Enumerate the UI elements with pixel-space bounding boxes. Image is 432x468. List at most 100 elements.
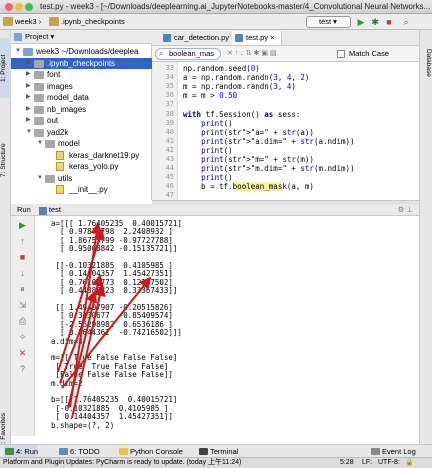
tree-file[interactable]: keras_darknet19.py	[11, 150, 152, 161]
find-input[interactable]: ⌕ boolean_mas	[155, 48, 221, 60]
collapsed-arrow-icon[interactable]: ▶	[26, 69, 31, 80]
tree-folder[interactable]: ▼ utils	[11, 173, 152, 184]
collapsed-arrow-icon[interactable]: ▶	[26, 92, 31, 103]
stop-button[interactable]: ■	[383, 16, 395, 28]
find-nav-icons[interactable]: ✕ ↑ ↓ ⇅ ✱ ▣ ▤	[227, 49, 277, 57]
search-icon: ⌕	[159, 49, 164, 58]
tree-item-label: model	[58, 139, 80, 148]
expanded-arrow-icon[interactable]: ▼	[37, 138, 43, 149]
editor-tab-bar: car_detection.py × test.py ×	[152, 30, 419, 46]
tab-python-console-label: Python Console	[130, 447, 183, 456]
code-line: b = tf.boolean_mask(a, m)	[183, 182, 314, 192]
tree-item-label: keras_yolo.py	[69, 162, 119, 171]
tree-folder[interactable]: ▶ model_data	[11, 92, 152, 103]
tab-car-detection[interactable]: car_detection.py ×	[160, 31, 243, 45]
collapsed-arrow-icon[interactable]: ▶	[26, 81, 31, 92]
left-tool-strip: 1: Project 7: Structure 2: Favorites	[0, 30, 11, 458]
panel-settings-icon[interactable]: ⚙ ⊥	[398, 204, 413, 216]
expanded-arrow-icon[interactable]: ▼	[37, 173, 43, 184]
python-file-icon	[56, 150, 64, 160]
tree-folder[interactable]: ▼ week3 ~/Downloads/deeplea	[11, 46, 152, 57]
rerun-icon[interactable]: ▶	[17, 220, 28, 231]
scroll-end-icon[interactable]: ⇲	[17, 300, 28, 311]
console-line: [ 0.95008842 -0.15135721]]	[51, 244, 178, 254]
tree-folder[interactable]: ▶ .ipynb_checkpoints	[11, 57, 152, 69]
lock-icon[interactable]: 🔒	[405, 458, 414, 468]
match-case-checkbox[interactable]	[337, 50, 345, 58]
tree-folder[interactable]: ▼ model	[11, 138, 152, 149]
expanded-arrow-icon[interactable]: ▼	[26, 127, 32, 138]
close-icon[interactable]: ✕	[17, 348, 28, 359]
code-line: a = np.random.randn(3, 4, 2)	[183, 73, 310, 83]
tree-item-label: out	[47, 116, 59, 125]
close-window-button[interactable]	[5, 3, 13, 11]
collapsed-arrow-icon[interactable]: ▶	[26, 104, 31, 115]
line-separator[interactable]: LF:	[362, 458, 372, 468]
python-file-icon	[235, 34, 243, 42]
tree-folder[interactable]: ▶ images	[11, 81, 152, 92]
tree-folder[interactable]: ▶ out	[11, 115, 152, 126]
caret-position[interactable]: 5:28	[340, 458, 354, 468]
tree-folder[interactable]: ▼ yad2k	[11, 127, 152, 138]
collapsed-arrow-icon[interactable]: ▶	[26, 115, 31, 126]
tab-project[interactable]: 1: Project	[0, 38, 11, 98]
pin-icon[interactable]: ✧	[17, 332, 28, 343]
tree-file[interactable]: keras_yolo.py	[11, 161, 152, 172]
down-icon[interactable]: ↓	[17, 268, 28, 279]
tab-database[interactable]: Database	[421, 38, 432, 88]
tab-todo-label: 6: TODO	[70, 447, 100, 456]
run-config-select[interactable]: test ▾	[306, 16, 351, 28]
tree-folder[interactable]: ▶ nb_images	[11, 104, 152, 115]
run-config-tab[interactable]: test	[38, 205, 61, 215]
search-everywhere-icon[interactable]: ⌕	[400, 16, 412, 28]
python-file-icon	[56, 162, 64, 171]
stop-icon[interactable]: ■	[17, 252, 28, 263]
line-number: 47	[165, 191, 174, 200]
code-line: print(str">"m.dim=" + str(m.ndim))	[201, 164, 355, 174]
tab-test-py[interactable]: test.py ×	[232, 31, 282, 45]
terminal-icon	[199, 448, 208, 455]
run-button[interactable]: ▶	[355, 16, 367, 28]
console-line: b.shape=(?, 2)	[51, 420, 115, 430]
breadcrumb-ipynb-checkpoints[interactable]: .ipynb_checkpoints	[48, 16, 125, 27]
tree-item-label: keras_darknet19.py	[69, 150, 140, 160]
minimize-window-button[interactable]	[15, 3, 23, 11]
run-toolbar: ▶ ↑ ■ ↓ ⏸ ⇲ ⎙ ✧ ✕ ?	[11, 216, 35, 436]
find-query: boolean_mas	[169, 49, 215, 58]
navigation-bar: week3 › .ipynb_checkpoints test ▾ ▶ ✱ ■ …	[0, 14, 432, 30]
project-panel-header[interactable]: Project ▾	[11, 30, 152, 44]
code-line: print(str">"m=" + str(m))	[201, 155, 314, 164]
console-output[interactable]: a=[[[ 1.76405235 0.40015721] [ 0.9787379…	[35, 216, 419, 436]
run-config-label: test	[319, 17, 332, 26]
project-panel: Project ▾ ▼ week3 ~/Downloads/deeplea ▶ .ip…	[11, 30, 152, 200]
code-line: print()	[201, 145, 233, 155]
run-config-tab-label: test	[48, 205, 61, 214]
code-editor[interactable]: np.random.seed(0) a = np.random.randn(3, …	[178, 62, 414, 200]
code-line: print(str">"a.dim=" + str(a.ndim))	[201, 136, 355, 146]
line-number: 41	[165, 136, 174, 145]
line-number: 46	[165, 182, 174, 191]
tree-item-label: __init__.py	[69, 185, 108, 194]
status-message[interactable]: Platform and Plugin Updates: PyCharm is …	[3, 458, 241, 468]
help-icon[interactable]: ?	[17, 364, 28, 375]
breadcrumb-week3[interactable]: week3 ›	[2, 16, 41, 27]
line-number-gutter: 33 34 35 36 37 38 39 40 41 42 43 44 45 46 47	[152, 62, 178, 200]
collapsed-arrow-icon[interactable]: ▶	[26, 58, 31, 69]
folder-icon	[3, 17, 13, 26]
line-number: 45	[165, 173, 174, 182]
tree-item-label: utils	[58, 173, 73, 183]
print-icon[interactable]: ⎙	[17, 316, 28, 327]
breadcrumb-label: week3	[15, 17, 37, 26]
wrap-icon[interactable]: ⏸	[17, 284, 28, 295]
file-encoding[interactable]: UTF-8:	[378, 458, 400, 468]
zoom-window-button[interactable]	[25, 3, 33, 11]
debug-button[interactable]: ✱	[369, 16, 381, 28]
line-number: 34	[165, 73, 174, 82]
tree-item-label: nb_images	[47, 104, 87, 114]
up-icon[interactable]: ↑	[17, 236, 28, 247]
code-line: with tf.Session() as sess:	[183, 109, 301, 119]
tree-file[interactable]: __init__.py	[11, 184, 152, 195]
expanded-arrow-icon[interactable]: ▼	[15, 46, 21, 57]
tree-folder[interactable]: ▶ font	[11, 69, 152, 80]
tab-structure[interactable]: 7: Structure	[0, 130, 11, 190]
